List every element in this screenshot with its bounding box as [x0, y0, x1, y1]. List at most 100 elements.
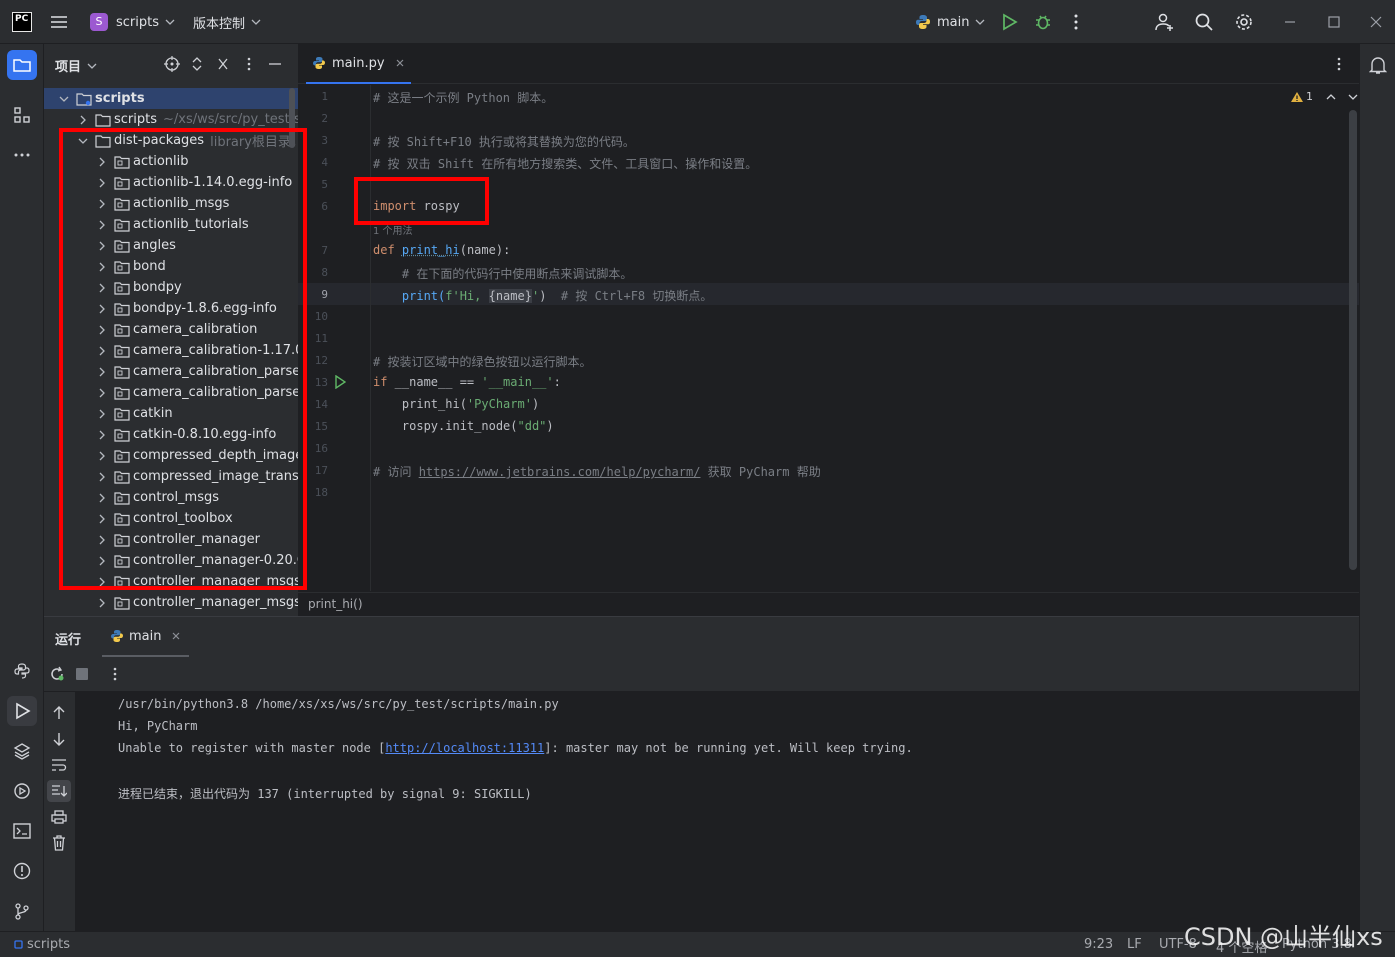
settings-button[interactable]: [1234, 10, 1254, 34]
project-tool-button[interactable]: [7, 50, 37, 80]
run-button[interactable]: [1000, 10, 1018, 34]
status-project-name: scripts: [27, 937, 70, 952]
stop-button[interactable]: [75, 667, 89, 681]
code-line-15: rospy.init_node("dd"): [373, 419, 554, 433]
console-line: Hi, PyCharm: [118, 719, 198, 733]
line-separator[interactable]: LF: [1127, 937, 1142, 952]
localhost-link[interactable]: http://localhost:11311: [385, 741, 544, 755]
run-config-selector[interactable]: main: [915, 10, 987, 34]
gear-icon: [1236, 14, 1252, 30]
more-actions-button[interactable]: [1070, 10, 1082, 34]
printer-icon: [51, 810, 67, 824]
structure-tool-button[interactable]: [7, 100, 37, 130]
help-link[interactable]: https://www.jetbrains.com/help/pycharm/: [419, 465, 701, 479]
console-line: Unable to register with master node [htt…: [118, 741, 913, 755]
debug-button[interactable]: [1034, 10, 1052, 34]
run-tab-main[interactable]: main: [102, 617, 190, 657]
git-tool-button[interactable]: [7, 896, 37, 926]
close-tab-icon[interactable]: [395, 58, 405, 68]
project-view-selector[interactable]: 项目: [55, 56, 99, 75]
scroll-to-end-button[interactable]: [47, 780, 71, 802]
vcs-label: 版本控制: [193, 16, 246, 32]
python-file-icon: [313, 57, 325, 69]
python-file-icon: [111, 630, 123, 642]
chevron-down-icon[interactable]: [1347, 92, 1359, 102]
run-side-toolbar: [44, 692, 75, 932]
editor-options-button[interactable]: [1334, 56, 1344, 72]
arrow-down-icon: [53, 733, 65, 746]
run-options-button[interactable]: [110, 666, 120, 682]
tree-item[interactable]: controller_manager_msgs-: [44, 592, 298, 613]
project-panel-header: 项目: [44, 44, 298, 84]
code-line-3: # 按 Shift+F10 执行或将其替换为您的代码。: [373, 135, 635, 149]
git-branch-icon: [15, 903, 29, 920]
console-text: ]: master may not be running yet. Will k…: [544, 741, 913, 755]
project-options-button[interactable]: [244, 56, 254, 72]
more-horizontal-icon: [14, 153, 30, 157]
console-output[interactable]: /usr/bin/python3.8 /home/xs/xs/ws/src/py…: [75, 692, 1359, 932]
python-console-button[interactable]: [7, 656, 37, 686]
chevron-down-icon[interactable]: [58, 93, 70, 105]
clear-console-button[interactable]: [52, 835, 66, 851]
expand-all-button[interactable]: [190, 56, 204, 72]
hide-panel-button[interactable]: [268, 56, 282, 72]
code-with-me-button[interactable]: [1154, 10, 1174, 34]
hamburger-menu-icon: [51, 16, 67, 28]
chevron-right-icon[interactable]: [77, 114, 89, 126]
rerun-button[interactable]: [49, 666, 65, 682]
console-text: Unable to register with master node [: [118, 741, 386, 755]
close-icon: [1370, 16, 1382, 28]
soft-wrap-button[interactable]: [51, 758, 67, 772]
scroll-up-button[interactable]: [52, 705, 66, 721]
project-switcher[interactable]: S scripts: [90, 10, 177, 34]
scroll-down-button[interactable]: [52, 731, 66, 747]
tree-item-label: controller_manager_msgs-: [133, 595, 298, 610]
services-tool-button[interactable]: [7, 776, 37, 806]
search-everywhere-button[interactable]: [1194, 10, 1214, 34]
terminal-tool-button[interactable]: [7, 816, 37, 846]
project-panel-title: 项目: [55, 60, 82, 75]
run-tool-button[interactable]: [7, 696, 37, 726]
code-area[interactable]: # 这是一个示例 Python 脚本。 # 按 Shift+F10 执行或将其替…: [298, 85, 1348, 591]
chevron-right-icon[interactable]: [96, 597, 108, 609]
more-tools-button[interactable]: [7, 140, 37, 170]
locate-file-button[interactable]: [164, 56, 180, 72]
status-project[interactable]: scripts: [14, 937, 70, 952]
breadcrumb[interactable]: print_hi(): [308, 597, 363, 611]
tree-item[interactable]: scripts ~/xs/ws/src/py_test/s: [44, 109, 298, 130]
layers-icon: [13, 743, 31, 760]
maximize-button[interactable]: [1328, 10, 1340, 34]
fstring-expr: {name}: [488, 289, 532, 303]
caret-position[interactable]: 9:23: [1084, 937, 1113, 952]
string: "dd": [517, 419, 547, 433]
more-vertical-icon: [247, 57, 251, 71]
bug-icon: [1036, 15, 1050, 30]
main-menu-button[interactable]: [50, 10, 72, 34]
print-button[interactable]: [51, 810, 67, 824]
collapse-icon: [218, 58, 228, 70]
notifications-button[interactable]: [1363, 50, 1393, 80]
minimize-button[interactable]: [1284, 10, 1296, 34]
code-text: ): [539, 289, 561, 303]
annotation-box-import: [354, 177, 489, 225]
collapse-all-button[interactable]: [216, 56, 230, 72]
code-text: ): [546, 419, 554, 433]
python-packages-button[interactable]: [7, 736, 37, 766]
pycharm-logo[interactable]: PC: [12, 12, 32, 32]
code-line-17: # 访问 https://www.jetbrains.com/help/pych…: [373, 463, 821, 480]
run-panel: 运行 main /usr/bin/python3.8 /home/xs/xs/w…: [44, 616, 1359, 932]
logo-text: PC: [15, 14, 29, 24]
tab-main-py[interactable]: main.py: [306, 44, 411, 84]
problems-tool-button[interactable]: [7, 856, 37, 886]
editor-scrollbar[interactable]: [1349, 110, 1357, 570]
terminal-icon: [13, 823, 31, 839]
folder-icon: [95, 113, 111, 127]
tree-root-scripts[interactable]: scripts: [44, 88, 298, 109]
warning-circle-icon: [13, 862, 31, 880]
close-window-button[interactable]: [1370, 10, 1382, 34]
tree-item-label: scripts: [114, 112, 157, 127]
folder-icon: [76, 92, 92, 106]
vcs-menu[interactable]: 版本控制: [193, 10, 263, 34]
comment: # 访问: [373, 465, 419, 479]
close-tab-icon[interactable]: [171, 631, 181, 641]
